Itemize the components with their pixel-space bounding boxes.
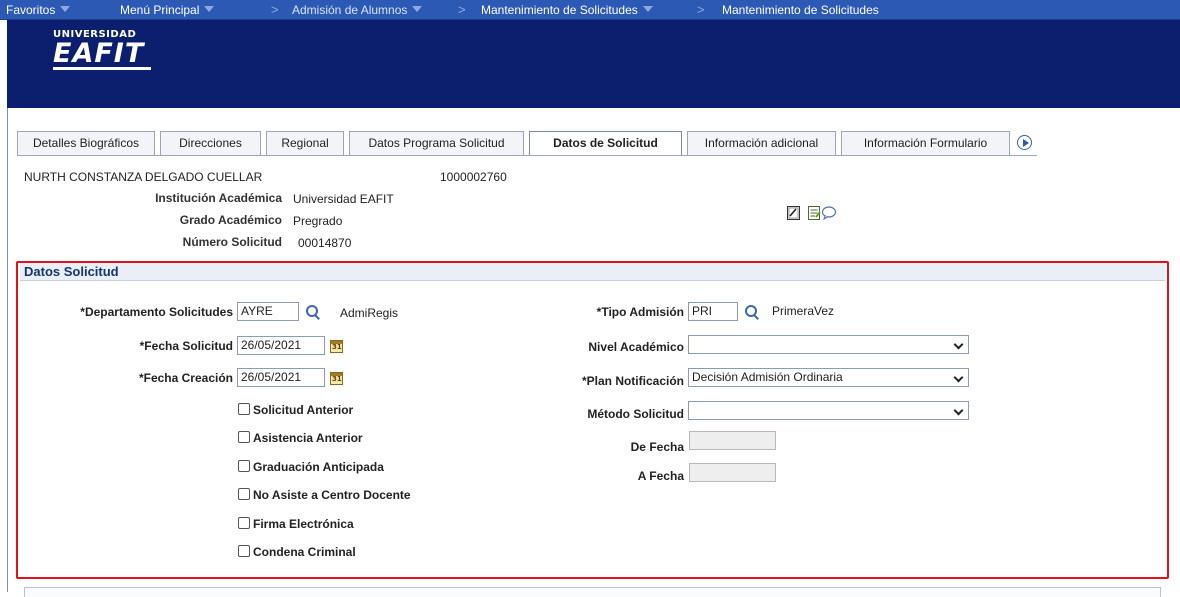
breadcrumb-current: Mantenimiento de Solicitudes [722,3,879,17]
admit-type-lookup-icon[interactable] [744,304,760,320]
tab-additional-info[interactable]: Información adicional [687,131,836,155]
application-date-label: *Fecha Solicitud [139,339,233,353]
top-navigation-bar: Favoritos Menú Principal > Admisión de A… [0,0,1180,20]
application-method-label: Método Solicitud [587,407,684,421]
checkbox-prior-attendance[interactable]: Asistencia Anterior [238,431,363,445]
application-method-select[interactable] [688,401,969,420]
department-description: AdmiRegis [340,306,399,320]
section-title: Datos Solicitud [24,264,119,279]
chevron-down-icon [204,6,215,12]
academic-level-label: Nivel Académico [588,340,684,354]
checkbox-box[interactable] [238,431,250,443]
notification-plan-value: Decisión Admisión Ordinaria [692,370,843,384]
checkbox-label: No Asiste a Centro Docente [253,488,411,502]
department-lookup-icon[interactable] [305,304,321,320]
admit-type-input[interactable]: PRI [688,302,738,321]
institution-label: Institución Académica [155,191,282,205]
checkbox-label: Condena Criminal [253,545,356,559]
application-number-label: Número Solicitud [182,235,282,249]
student-name: NURTH CONSTANZA DELGADO CUELLAR [24,170,263,184]
chevron-down-icon [953,405,964,416]
tab-application-data[interactable]: Datos de Solicitud [529,131,682,155]
calendar-icon[interactable] [330,372,343,385]
notes-icon[interactable] [808,206,821,220]
tabs-divider [17,155,1037,156]
left-border [7,108,8,592]
chevron-down-icon [60,6,71,12]
student-id: 1000002760 [440,170,507,184]
chevron-down-icon [953,372,964,383]
breadcrumb-admissions-label: Admisión de Alumnos [292,3,408,17]
main-menu-label: Menú Principal [120,3,200,17]
checkbox-criminal-record[interactable]: Condena Criminal [238,545,356,559]
checkbox-label: Graduación Anticipada [253,460,384,474]
career-value: Pregrado [293,214,343,228]
tab-biographical[interactable]: Detalles Biográficos [17,131,155,155]
creation-date-input[interactable]: 26/05/2021 [237,368,325,387]
checkbox-electronic-signature[interactable]: Firma Electrónica [238,517,354,531]
from-date-label: De Fecha [630,440,684,454]
breadcrumb-admissions[interactable]: Admisión de Alumnos [292,3,423,17]
notification-plan-label: *Plan Notificación [581,374,684,388]
admit-type-label: *Tipo Admisión [596,305,684,319]
tabs-next-icon[interactable] [1017,135,1032,150]
favorites-label: Favoritos [6,3,56,17]
application-date-input[interactable]: 26/05/2021 [237,336,325,355]
breadcrumb-maintain-apps[interactable]: Mantenimiento de Solicitudes [481,3,653,17]
checkbox-early-graduation[interactable]: Graduación Anticipada [238,460,384,474]
favorites-menu[interactable]: Favoritos [6,3,71,17]
tab-regional[interactable]: Regional [266,131,344,155]
checkbox-no-school-attendance[interactable]: No Asiste a Centro Docente [238,488,411,502]
department-input[interactable]: AYRE [237,302,299,321]
notification-plan-select[interactable]: Decisión Admisión Ordinaria [688,368,969,387]
to-date-input [689,463,776,482]
to-date-label: A Fecha [637,469,684,483]
career-label: Grado Académico [179,213,282,227]
checkbox-label: Asistencia Anterior [253,431,363,445]
section-header: Datos Solicitud [20,263,1165,281]
logo-text-main: EAFIT [53,38,145,69]
checkbox-prior-application[interactable]: Solicitud Anterior [238,403,353,417]
breadcrumb-separator: > [458,2,466,17]
breadcrumb-separator: > [697,2,705,17]
breadcrumb-maintain-apps-label: Mantenimiento de Solicitudes [481,3,638,17]
institution-value: Universidad EAFIT [293,192,394,206]
breadcrumb-separator: > [271,2,279,17]
checkbox-box[interactable] [238,460,250,472]
application-number-value: 00014870 [298,236,352,250]
tab-program-data[interactable]: Datos Programa Solicitud [349,131,524,155]
chevron-down-icon [953,339,964,350]
edit-icon[interactable] [787,206,800,220]
comment-icon[interactable] [821,206,837,220]
checkbox-box[interactable] [238,517,250,529]
creation-date-label: *Fecha Creación [138,371,233,385]
header-banner: UNIVERSIDAD EAFIT [7,20,1180,108]
from-date-input [689,431,776,450]
checkbox-label: Firma Electrónica [253,517,354,531]
university-logo: UNIVERSIDAD EAFIT [53,29,151,70]
tab-addresses[interactable]: Direcciones [160,131,261,155]
department-label: *Departamento Solicitudes [80,305,233,319]
checkbox-box[interactable] [238,403,250,415]
checkbox-box[interactable] [238,488,250,500]
chevron-down-icon [412,6,423,12]
main-menu[interactable]: Menú Principal [120,3,215,17]
calendar-icon[interactable] [330,340,343,353]
checkbox-box[interactable] [238,545,250,557]
admit-type-description: PrimeraVez [772,304,835,318]
next-section-box [24,587,1161,597]
checkbox-label: Solicitud Anterior [253,403,354,417]
academic-level-select[interactable] [688,335,969,354]
chevron-down-icon [642,6,653,12]
tab-form-info[interactable]: Información Formulario [841,131,1010,155]
